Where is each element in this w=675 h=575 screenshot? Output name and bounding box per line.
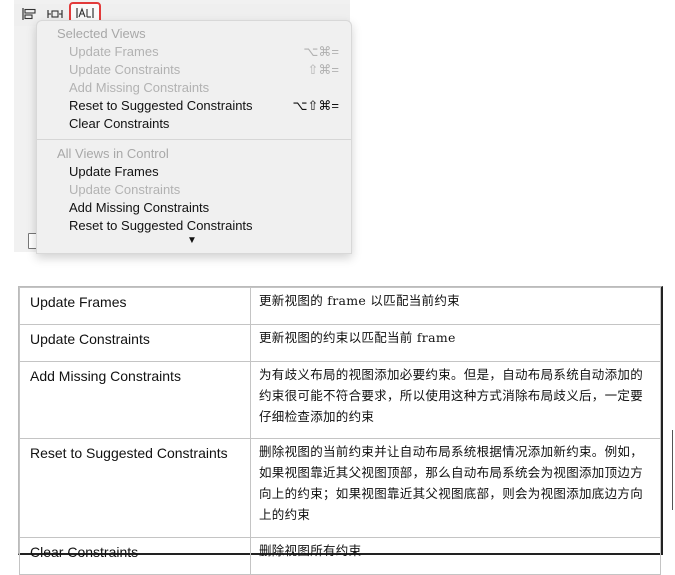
- term-cell: Update Constraints: [19, 324, 251, 362]
- shortcut-label: ⌥⇧⌘=: [292, 98, 339, 113]
- menu-item-all-reset-to-suggested-constraints[interactable]: Reset to Suggested Constraints: [69, 217, 339, 235]
- menu-item-update-constraints[interactable]: Update Constraints ⇧⌘=: [69, 61, 339, 79]
- menu-separator: [37, 139, 351, 140]
- menu-item-label: Add Missing Constraints: [69, 80, 210, 95]
- table-row: Reset to Suggested Constraints 删除视图的当前约束…: [19, 438, 661, 538]
- menu-item-label: Reset to Suggested Constraints: [69, 98, 253, 113]
- menu-item-update-frames[interactable]: Update Frames ⌥⌘=: [69, 43, 339, 61]
- menu-item-label: Reset to Suggested Constraints: [69, 218, 253, 233]
- align-icon[interactable]: [18, 5, 40, 23]
- shortcut-label: ⌥⌘=: [303, 44, 339, 59]
- menu-item-all-update-frames[interactable]: Update Frames: [69, 163, 339, 181]
- description-cell: 更新视图的 frame 以匹配当前约束: [250, 287, 661, 325]
- table-row: Add Missing Constraints 为有歧义布局的视图添加必要约束。…: [19, 361, 661, 439]
- menu-item-reset-to-suggested-constraints[interactable]: Reset to Suggested Constraints ⌥⇧⌘=: [69, 97, 339, 115]
- description-cell: 删除视图所有约束: [250, 537, 661, 575]
- menu-item-label: Add Missing Constraints: [69, 200, 210, 215]
- description-cell: 为有歧义布局的视图添加必要约束。但是，自动布局系统自动添加的约束很可能不符合要求…: [250, 361, 661, 439]
- menu-item-all-update-constraints[interactable]: Update Constraints: [69, 181, 339, 199]
- term-cell: Clear Constraints: [19, 537, 251, 575]
- term-cell: Update Frames: [19, 287, 251, 325]
- term-cell: Reset to Suggested Constraints: [19, 438, 251, 538]
- shortcut-label: ⇧⌘=: [307, 62, 339, 77]
- menu-section-header-all-views: All Views in Control: [57, 146, 169, 161]
- menu-item-add-missing-constraints[interactable]: Add Missing Constraints: [69, 79, 339, 97]
- menu-item-label: Update Frames: [69, 164, 159, 179]
- menu-section-header-selected-views: Selected Views: [57, 26, 146, 41]
- menu-item-label: Clear Constraints: [69, 116, 170, 131]
- menu-item-all-add-missing-constraints[interactable]: Add Missing Constraints: [69, 199, 339, 217]
- constraints-description-table: Update Frames 更新视图的 frame 以匹配当前约束 Update…: [18, 286, 663, 575]
- resolve-auto-layout-menu: Selected Views Update Frames ⌥⌘= Update …: [36, 20, 352, 254]
- description-cell: 更新视图的约束以匹配当前 frame: [250, 324, 661, 362]
- menu-item-clear-constraints[interactable]: Clear Constraints: [69, 115, 339, 133]
- menu-item-label: Update Frames: [69, 44, 159, 59]
- menu-item-label: Update Constraints: [69, 62, 181, 77]
- page-edge-line: [672, 430, 673, 510]
- scroll-down-arrow-icon[interactable]: ▼: [187, 235, 197, 246]
- table-row: Update Frames 更新视图的 frame 以匹配当前约束: [19, 287, 661, 325]
- table-row: Clear Constraints 删除视图所有约束: [19, 537, 661, 575]
- table-row: Update Constraints 更新视图的约束以匹配当前 frame: [19, 324, 661, 362]
- menu-item-label: Update Constraints: [69, 182, 181, 197]
- term-cell: Add Missing Constraints: [19, 361, 251, 439]
- description-cell: 删除视图的当前约束并让自动布局系统根据情况添加新约束。例如，如果视图靠近其父视图…: [250, 438, 661, 538]
